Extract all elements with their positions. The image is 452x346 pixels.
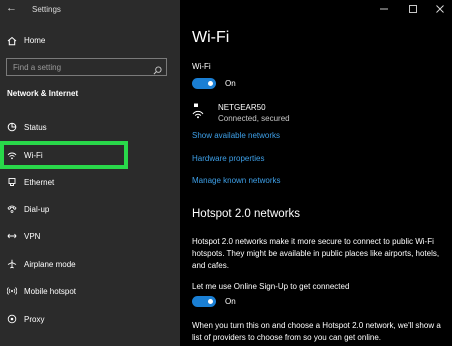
- hardware-properties-link[interactable]: Hardware properties: [192, 154, 264, 163]
- page-title: Wi-Fi: [192, 29, 230, 46]
- sidebar-item-label: VPN: [24, 232, 41, 241]
- selection-highlight-box: [0, 141, 128, 169]
- sidebar-item-label: Ethernet: [24, 178, 55, 187]
- network-status: Connected, secured: [218, 114, 290, 123]
- sidebar-item-label: Mobile hotspot: [24, 287, 77, 296]
- minimize-button[interactable]: [372, 0, 396, 18]
- hotspot-icon: [7, 286, 17, 296]
- sidebar-item-label: Airplane mode: [24, 260, 76, 269]
- sidebar-item-dialup[interactable]: Dial-up: [0, 198, 180, 220]
- network-name: NETGEAR50: [218, 103, 266, 112]
- sidebar-item-label: Status: [24, 123, 47, 132]
- search-icon[interactable]: [153, 62, 162, 80]
- search-placeholder: Find a setting: [13, 63, 62, 72]
- secured-wifi-icon: [192, 103, 206, 124]
- dialup-icon: [7, 204, 17, 214]
- wifi-toggle[interactable]: [192, 78, 216, 89]
- back-arrow-icon[interactable]: ←: [6, 2, 17, 14]
- window-title: Settings: [32, 5, 61, 14]
- sidebar-item-status[interactable]: Status: [0, 116, 180, 138]
- hotspot-heading: Hotspot 2.0 networks: [192, 208, 301, 220]
- signup-toggle[interactable]: [192, 296, 216, 307]
- signup-toggle-state: On: [225, 297, 236, 306]
- show-available-networks-link[interactable]: Show available networks: [192, 131, 280, 140]
- status-icon: [7, 122, 17, 132]
- search-input[interactable]: Find a setting: [6, 58, 167, 76]
- sidebar: ← Settings Home Find a setting Network &…: [0, 0, 180, 346]
- wifi-toggle-label: Wi-Fi: [192, 62, 211, 71]
- wifi-toggle-state: On: [225, 79, 236, 88]
- sidebar-item-ethernet[interactable]: Ethernet: [0, 171, 180, 193]
- sidebar-item-proxy[interactable]: Proxy: [0, 308, 180, 330]
- proxy-icon: [7, 314, 17, 324]
- sidebar-item-label: Dial-up: [24, 205, 50, 214]
- close-button[interactable]: [428, 0, 452, 18]
- sidebar-item-mobile-hotspot[interactable]: Mobile hotspot: [0, 280, 180, 302]
- maximize-button[interactable]: [401, 0, 425, 18]
- settings-window: ← Settings Home Find a setting Network &…: [0, 0, 452, 346]
- ethernet-icon: [7, 177, 17, 187]
- hotspot-description: Hotspot 2.0 networks make it more secure…: [192, 237, 440, 270]
- airplane-icon: [7, 259, 17, 269]
- section-title: Network & Internet: [7, 89, 79, 98]
- sidebar-item-label: Proxy: [24, 315, 45, 324]
- sidebar-item-label: Home: [24, 36, 46, 45]
- connected-network[interactable]: NETGEAR50 Connected, secured: [192, 103, 352, 125]
- sidebar-item-airplane-mode[interactable]: Airplane mode: [0, 253, 180, 275]
- sidebar-item-vpn[interactable]: VPN: [0, 225, 180, 247]
- manage-known-networks-link[interactable]: Manage known networks: [192, 176, 281, 185]
- signup-toggle-label: Let me use Online Sign-Up to get connect…: [192, 282, 350, 291]
- signup-description: When you turn this on and choose a Hotsp…: [192, 321, 441, 342]
- sidebar-item-home[interactable]: Home: [0, 32, 180, 50]
- vpn-icon: [7, 231, 17, 241]
- home-icon: [7, 36, 17, 46]
- main-panel: Wi-Fi Wi-Fi On NETGEAR50 Connected, secu…: [180, 0, 452, 346]
